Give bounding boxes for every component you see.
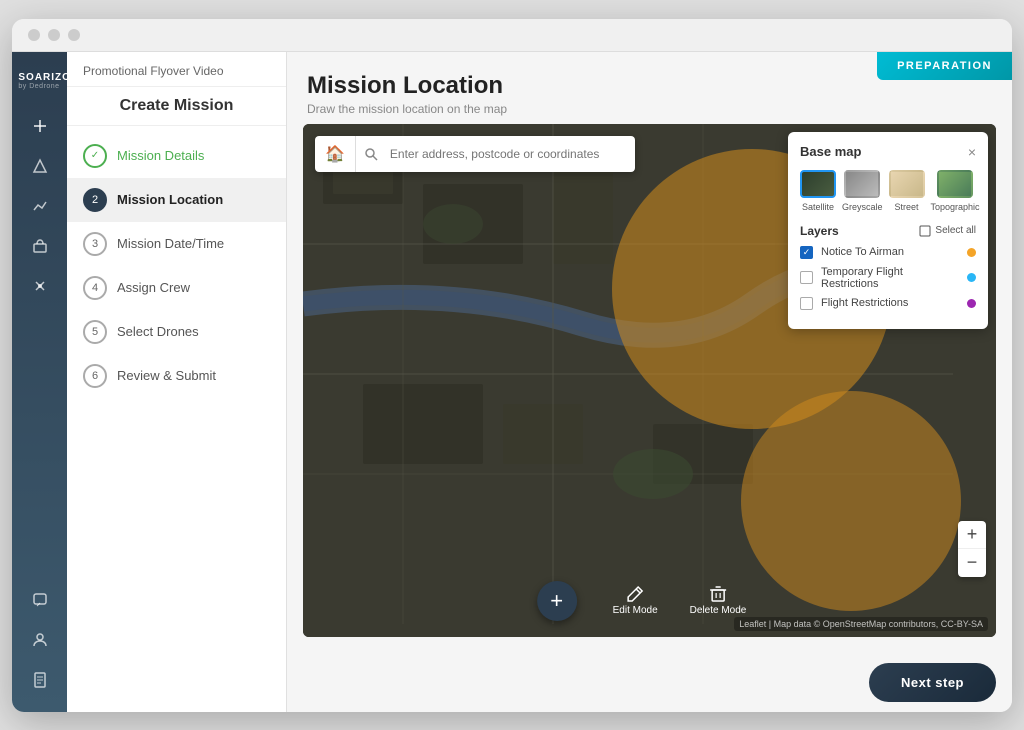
basemap-title: Base map [800,144,861,159]
satellite-label: Satellite [802,202,834,212]
greyscale-label: Greyscale [842,202,883,212]
map-toolbar: + Edit Mode [537,581,763,621]
zone-circle-2 [741,391,961,611]
street-thumb [889,170,925,198]
add-zone-button[interactable]: + [537,581,577,621]
sidebar-item-add[interactable] [12,106,67,146]
sidebar-item-drones[interactable] [12,266,67,306]
step-1-number: ✓ [83,144,107,168]
home-icon[interactable]: 🏠 [315,136,356,172]
fr-checkbox[interactable] [800,297,813,310]
next-step-row: Next step [287,653,1012,712]
layers-title: Layers [800,224,839,238]
select-all-label: Select all [935,225,976,236]
steps-sidebar: Promotional Flyover Video Create Mission… [67,52,287,712]
notam-checkbox[interactable] [800,246,813,259]
mission-subtitle: Draw the mission location on the map [307,102,992,116]
map-type-row: Satellite Greyscale Street Topograp [800,170,976,212]
maximize-dot[interactable] [68,29,80,41]
sidebar-item-reports[interactable] [12,660,67,700]
fr-dot [967,299,976,308]
delete-mode-button[interactable]: Delete Mode [690,585,747,616]
step-4[interactable]: 4 Assign Crew [67,266,286,310]
search-icon [356,139,386,169]
step-4-label: Assign Crew [117,280,190,295]
map-type-satellite[interactable]: Satellite [800,170,836,212]
app-window: ☰ SOARIZON by Dedrone [12,19,1012,712]
icon-sidebar: ☰ SOARIZON by Dedrone [12,52,67,712]
map-type-street[interactable]: Street [889,170,925,212]
edit-label: Edit Mode [613,605,658,616]
close-dot[interactable] [28,29,40,41]
greyscale-thumb [844,170,880,198]
sidebar-item-missions[interactable] [12,146,67,186]
tfr-label: Temporary Flight Restrictions [821,266,959,290]
map-type-topographic[interactable]: Topographic [931,170,980,212]
step-6-label: Review & Submit [117,368,216,383]
edit-mode-button[interactable]: Edit Mode [613,585,658,616]
step-5[interactable]: 5 Select Drones [67,310,286,354]
step-3[interactable]: 3 Mission Date/Time [67,222,286,266]
map-type-greyscale[interactable]: Greyscale [842,170,883,212]
select-all-button[interactable]: Select all [919,225,976,237]
step-6-number: 6 [83,364,107,388]
zoom-out-button[interactable]: − [958,549,986,577]
step-3-label: Mission Date/Time [117,236,224,251]
step-2[interactable]: 2 Mission Location [67,178,286,222]
minimize-dot[interactable] [48,29,60,41]
step-3-number: 3 [83,232,107,256]
panel-header: Base map × [800,144,976,160]
tfr-dot [967,273,976,282]
map-attribution: Leaflet | Map data © OpenStreetMap contr… [734,617,988,631]
zoom-in-button[interactable]: + [958,521,986,549]
sidebar-item-analytics[interactable] [12,186,67,226]
sidebar-item-chat[interactable] [12,580,67,620]
step-2-number: 2 [83,188,107,212]
step-4-number: 4 [83,276,107,300]
step-1-label: Mission Details [117,148,204,163]
search-input[interactable] [386,139,635,169]
logo-area: ☰ SOARIZON by Dedrone [12,64,67,106]
fr-label: Flight Restrictions [821,297,959,309]
satellite-thumb [800,170,836,198]
basemap-panel: Base map × Satellite Greyscale [788,132,988,329]
title-bar [12,19,1012,52]
layer-notam[interactable]: Notice To Airman [800,246,976,259]
step-6[interactable]: 6 Review & Submit [67,354,286,398]
sidebar-item-shop[interactable] [12,226,67,266]
map-container[interactable]: 🏠 Base map × Satellite [303,124,996,637]
delete-label: Delete Mode [690,605,747,616]
create-mission-title: Create Mission [67,87,286,126]
basemap-close-button[interactable]: × [968,144,976,160]
main-content: PREPARATION Mission Location Draw the mi… [287,52,1012,712]
zoom-controls: + − [958,521,986,577]
step-1[interactable]: ✓ Mission Details [67,134,286,178]
step-5-number: 5 [83,320,107,344]
layer-tfr[interactable]: Temporary Flight Restrictions [800,266,976,290]
sidebar-item-profile[interactable] [12,620,67,660]
topo-thumb [937,170,973,198]
map-search-bar: 🏠 [315,136,635,172]
layer-fr[interactable]: Flight Restrictions [800,297,976,310]
street-label: Street [895,202,919,212]
topo-label: Topographic [931,202,980,212]
preparation-badge: PREPARATION [877,52,1012,80]
notam-dot [967,248,976,257]
step-2-label: Mission Location [117,192,223,207]
layers-header: Layers Select all [800,224,976,238]
tfr-checkbox[interactable] [800,271,813,284]
next-step-button[interactable]: Next step [869,663,996,702]
project-title: Promotional Flyover Video [67,52,286,87]
notam-label: Notice To Airman [821,246,959,258]
steps-list: ✓ Mission Details 2 Mission Location 3 M… [67,126,286,712]
app-layout: ☰ SOARIZON by Dedrone [12,52,1012,712]
step-5-label: Select Drones [117,324,199,339]
